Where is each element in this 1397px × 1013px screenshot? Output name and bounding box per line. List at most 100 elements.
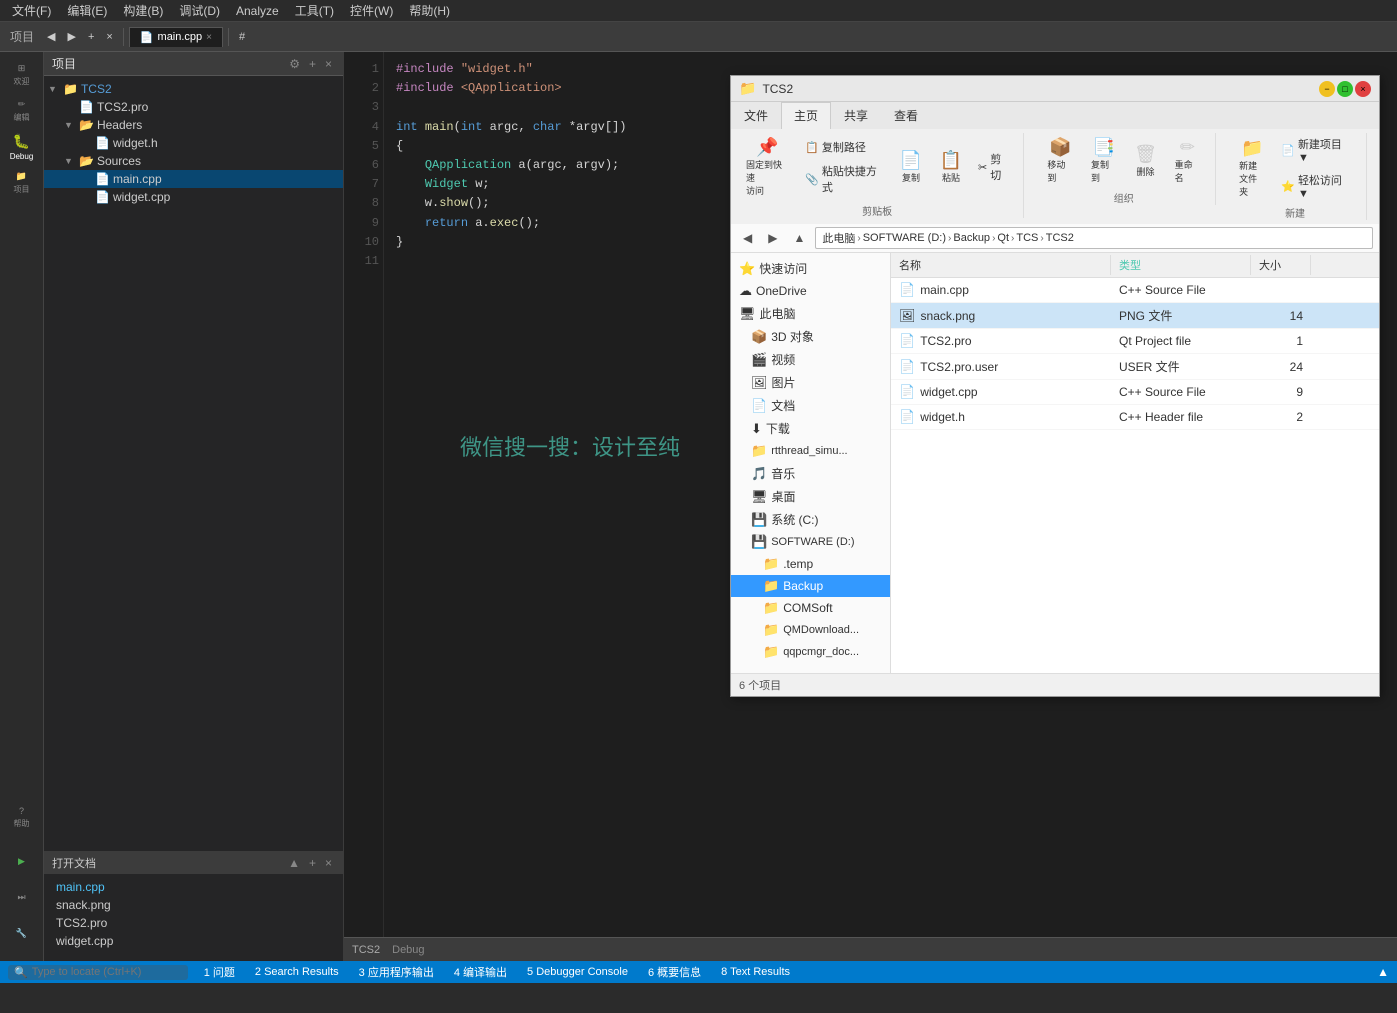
ribbon-btn-copy[interactable]: 📄 复制 <box>893 146 929 188</box>
toolbar-forward[interactable]: ▶ <box>62 28 80 45</box>
status-arrow[interactable]: ▲ <box>1377 965 1389 979</box>
sidebar-icon-welcome[interactable]: ⊞ 欢迎 <box>4 57 40 93</box>
ribbon-tab-share[interactable]: 共享 <box>831 102 881 129</box>
status-search-results[interactable]: 2 Search Results <box>251 966 343 978</box>
menu-tools[interactable]: 工具(T) <box>287 0 342 21</box>
panel-action-close-panel[interactable]: × <box>322 56 335 72</box>
addr-up[interactable]: ▲ <box>787 228 811 248</box>
file-row-snack[interactable]: 🖼 snack.png PNG 文件 14 <box>891 303 1379 329</box>
ribbon-btn-copy-to[interactable]: 📑 复制到 <box>1084 133 1124 188</box>
ribbon-tab-home[interactable]: 主页 <box>781 102 831 129</box>
file-row-main[interactable]: 📄 main.cpp C++ Source File <box>891 278 1379 303</box>
ribbon-btn-paste-shortcut[interactable]: 📎 粘贴快捷方式 <box>800 160 889 198</box>
status-search-box[interactable]: 🔍 <box>8 965 188 980</box>
exp-desktop[interactable]: 🖥 桌面 <box>731 485 890 508</box>
status-app-output[interactable]: 3 应用程序输出 <box>355 964 438 980</box>
tree-item-widget-h[interactable]: 📄 widget.h <box>44 134 343 152</box>
tree-item-root[interactable]: ▼ 📁 TCS2 <box>44 80 343 98</box>
ribbon-btn-cut[interactable]: ✂ 剪切 <box>973 148 1015 186</box>
exp-downloads[interactable]: ⬇ 下载 <box>731 417 890 440</box>
exp-rtthread[interactable]: 📁 rtthread_simu... <box>731 440 890 462</box>
ribbon-tab-view[interactable]: 查看 <box>881 102 931 129</box>
exp-pictures[interactable]: 🖼 图片 <box>731 371 890 394</box>
menu-edit[interactable]: 编辑(E) <box>59 0 115 21</box>
sidebar-icon-project[interactable]: 📁 项目 <box>4 165 40 201</box>
exp-qmdownload[interactable]: 📁 QMDownload... <box>731 619 890 641</box>
exp-3d[interactable]: 📦 3D 对象 <box>731 325 890 348</box>
editor-tab-close[interactable]: × <box>206 32 212 43</box>
tree-item-main-cpp[interactable]: 📄 main.cpp <box>44 170 343 188</box>
status-debugger[interactable]: 5 Debugger Console <box>523 966 632 978</box>
addr-forward[interactable]: ▶ <box>762 228 783 248</box>
sidebar-icon-debug[interactable]: 🐛 Debug <box>4 129 40 165</box>
sidebar-icon-help[interactable]: ? 帮助 <box>4 799 40 835</box>
exp-backup[interactable]: 📁 Backup <box>731 575 890 597</box>
sidebar-icon-run[interactable]: ▶ <box>4 843 40 879</box>
ribbon-btn-new-item[interactable]: 📄 新建项目 ▼ <box>1276 133 1358 167</box>
status-text-results[interactable]: 8 Text Results <box>717 966 794 978</box>
panel-action-add[interactable]: + <box>306 56 319 72</box>
open-doc-widget[interactable]: widget.cpp <box>44 932 343 950</box>
ribbon-btn-delete[interactable]: 🗑 删除 <box>1128 140 1164 182</box>
menu-controls[interactable]: 控件(W) <box>342 0 401 21</box>
open-docs-close[interactable]: × <box>322 855 335 871</box>
file-row-widgeth[interactable]: 📄 widget.h C++ Header file 2 <box>891 405 1379 430</box>
ribbon-btn-move[interactable]: 📦 移动到 <box>1040 133 1080 188</box>
explorer-close[interactable]: × <box>1355 81 1371 97</box>
exp-music[interactable]: 🎵 音乐 <box>731 462 890 485</box>
menu-file[interactable]: 文件(F) <box>4 0 59 21</box>
explorer-minimize[interactable]: − <box>1319 81 1335 97</box>
editor-tab-main[interactable]: 📄 main.cpp × <box>129 27 223 47</box>
explorer-maximize[interactable]: □ <box>1337 81 1353 97</box>
file-row-widgetcpp[interactable]: 📄 widget.cpp C++ Source File 9 <box>891 380 1379 405</box>
status-search-input[interactable] <box>32 966 182 978</box>
exp-temp[interactable]: 📁 .temp <box>731 553 890 575</box>
status-compile[interactable]: 4 编译输出 <box>450 964 511 980</box>
tree-item-headers[interactable]: ▼ 📂 Headers <box>44 116 343 134</box>
sidebar-icon-step[interactable]: ⏭ <box>4 879 40 915</box>
menu-debug[interactable]: 调试(D) <box>171 0 228 21</box>
exp-comsoft[interactable]: 📁 COMSoft <box>731 597 890 619</box>
open-docs-add[interactable]: + <box>306 855 319 871</box>
tree-item-pro[interactable]: 📄 TCS2.pro <box>44 98 343 116</box>
ribbon-btn-new-folder[interactable]: 📁 新建文件夹 <box>1232 134 1272 202</box>
file-row-tcs2user[interactable]: 📄 TCS2.pro.user USER 文件 24 <box>891 354 1379 380</box>
addr-back[interactable]: ◀ <box>737 228 758 248</box>
tree-item-sources[interactable]: ▼ 📂 Sources <box>44 152 343 170</box>
ribbon-btn-paste[interactable]: 📋 粘贴 <box>933 146 969 188</box>
open-docs-expand[interactable]: ▲ <box>285 855 303 871</box>
exp-video[interactable]: 🎬 视频 <box>731 348 890 371</box>
col-name[interactable]: 名称 <box>891 255 1111 275</box>
toolbar-close[interactable]: × <box>101 29 117 45</box>
ribbon-tab-file[interactable]: 文件 <box>731 102 781 129</box>
file-row-tcs2pro[interactable]: 📄 TCS2.pro Qt Project file 1 <box>891 329 1379 354</box>
exp-quick-access[interactable]: ⭐ 快速访问 <box>731 257 890 280</box>
toolbar-back[interactable]: ◀ <box>42 28 60 45</box>
col-type[interactable]: 类型 <box>1111 255 1251 275</box>
open-doc-snack[interactable]: snack.png <box>44 896 343 914</box>
sidebar-icon-edit[interactable]: ✏ 编辑 <box>4 93 40 129</box>
open-doc-pro[interactable]: TCS2.pro <box>44 914 343 932</box>
menu-build[interactable]: 构建(B) <box>115 0 171 21</box>
ribbon-btn-rename[interactable]: ✏ 重命名 <box>1168 133 1208 188</box>
panel-action-filter[interactable]: ⚙ <box>286 56 303 72</box>
col-size[interactable]: 大小 <box>1251 255 1311 275</box>
ribbon-btn-easy-access[interactable]: ⭐ 轻松访问 ▼ <box>1276 169 1358 203</box>
menu-analyze[interactable]: Analyze <box>228 2 287 20</box>
ribbon-btn-copy-path[interactable]: 📋 复制路径 <box>800 136 889 158</box>
status-overview[interactable]: 6 概要信息 <box>644 964 705 980</box>
exp-onedrive[interactable]: ☁ OneDrive <box>731 280 890 302</box>
toolbar-new[interactable]: + <box>83 29 99 45</box>
menu-help[interactable]: 帮助(H) <box>401 0 458 21</box>
addr-path[interactable]: 此电脑 › SOFTWARE (D:) › Backup › Qt › TCS … <box>815 227 1373 249</box>
ribbon-btn-pin[interactable]: 📌 固定到快速访问 <box>739 133 796 201</box>
toolbar-extra[interactable]: # <box>234 29 250 45</box>
exp-thispc[interactable]: 🖥 此电脑 <box>731 302 890 325</box>
tree-item-widget-cpp[interactable]: 📄 widget.cpp <box>44 188 343 206</box>
exp-qqpcmgr[interactable]: 📁 qqpcmgr_doc... <box>731 641 890 663</box>
sidebar-icon-stop[interactable]: 🔧 <box>4 915 40 951</box>
exp-d[interactable]: 💾 SOFTWARE (D:) <box>731 531 890 553</box>
exp-c[interactable]: 💾 系统 (C:) <box>731 508 890 531</box>
open-doc-main[interactable]: main.cpp <box>44 878 343 896</box>
exp-docs[interactable]: 📄 文档 <box>731 394 890 417</box>
